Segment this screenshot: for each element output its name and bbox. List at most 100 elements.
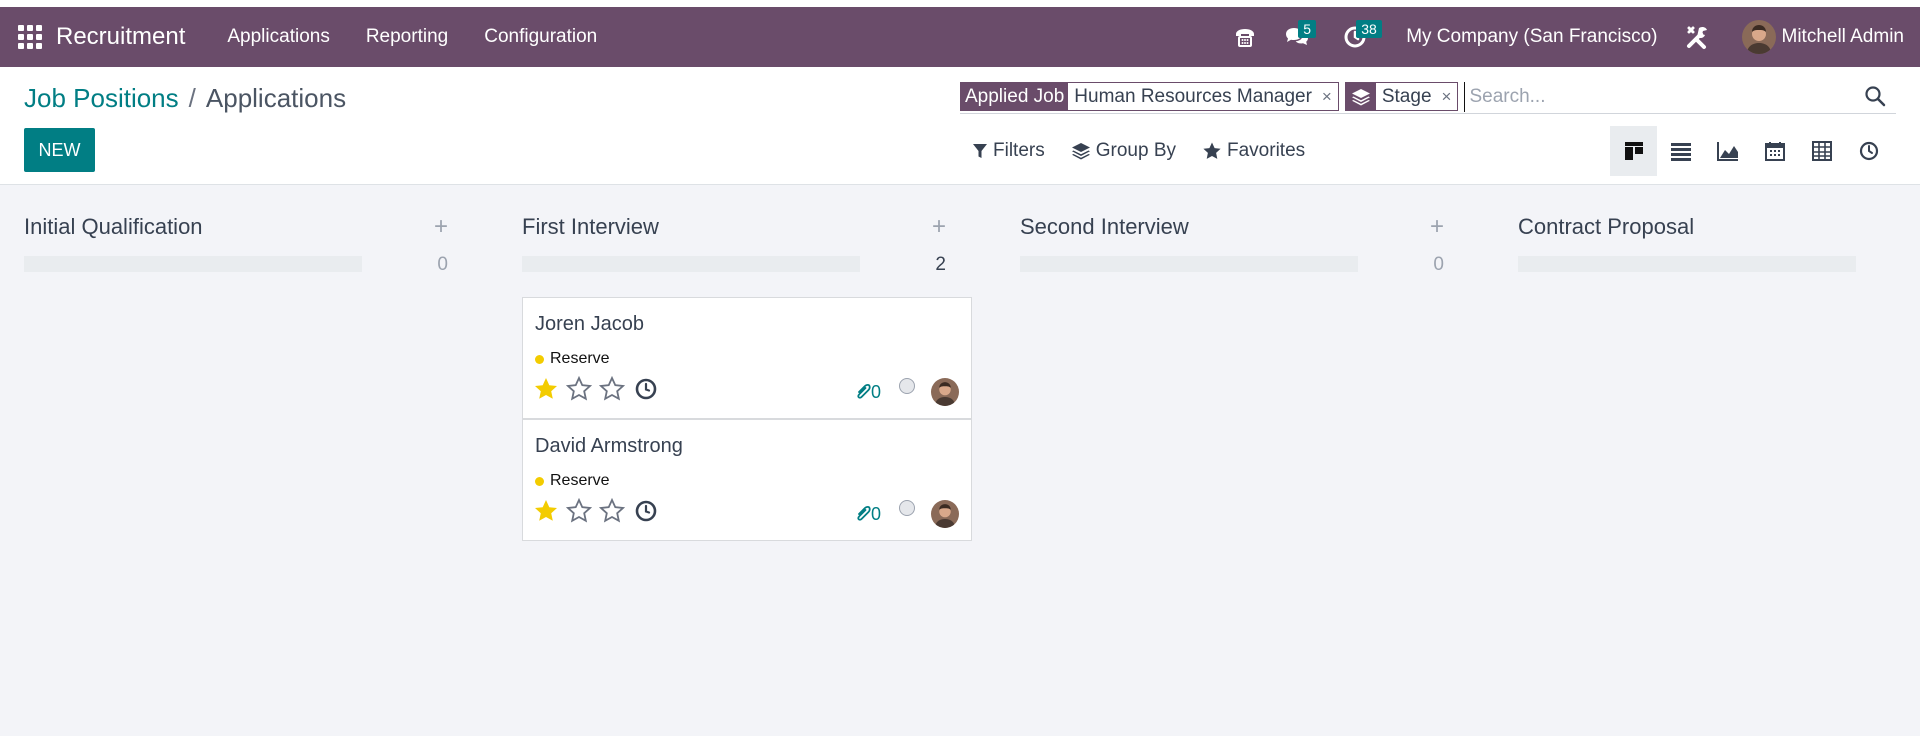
column-title[interactable]: Contract Proposal [1518,214,1694,240]
column-progress-bar[interactable] [1518,256,1856,272]
menu-applications[interactable]: Applications [209,26,347,48]
priority-star-empty-icon[interactable] [566,376,592,402]
filters-button[interactable]: Filters [972,140,1045,162]
quick-create-plus-icon[interactable]: + [434,214,448,240]
search-icon[interactable] [1864,85,1886,112]
activity-view-icon[interactable] [1845,126,1892,176]
breadcrumb: Job Positions / Applications [24,83,346,114]
breadcrumb-current: Applications [205,83,347,113]
facet-key: Applied Job [961,83,1069,110]
favorites-label: Favorites [1227,140,1306,161]
column-progress-bar[interactable] [522,256,860,272]
priority-star-empty-icon[interactable] [566,498,592,524]
filters-label: Filters [993,140,1045,161]
paperclip-icon [857,505,871,521]
quick-create-plus-icon[interactable]: + [932,214,946,240]
column-progress-bar[interactable] [1020,256,1358,272]
attachments-count: 0 [870,381,881,402]
tag-badge: Reserve [535,350,610,368]
column-header: Contract Proposal [1518,214,1920,244]
activities-clock-icon[interactable]: 38 [1326,7,1384,67]
attachments-count: 0 [870,503,881,524]
company-switcher[interactable]: My Company (San Francisco) [1406,26,1657,48]
tag-badge: Reserve [535,472,610,490]
tag-label: Reserve [550,350,610,367]
activity-clock-icon[interactable] [634,377,658,401]
column-title[interactable]: First Interview [522,214,659,240]
priority-star-empty-icon[interactable] [599,376,625,402]
card-footer-left [533,376,658,402]
facet-value: Human Resources Manager × [1068,83,1338,110]
applicant-name: Joren Jacob [535,313,644,335]
facet-remove-icon[interactable]: × [1322,87,1332,107]
app-menu-grid-icon[interactable] [16,23,44,51]
tag-color-dot [535,476,544,486]
column-count: 2 [935,254,946,275]
column-count: 0 [437,254,448,275]
column-title[interactable]: Second Interview [1020,214,1189,240]
pivot-view-icon[interactable] [1798,126,1845,176]
list-view-icon[interactable] [1657,126,1704,176]
user-name: Mitchell Admin [1781,26,1905,47]
filter-bar: Filters Group By Favorites [972,133,1331,169]
facet-remove-icon[interactable]: × [1442,87,1452,107]
priority-star-filled-icon[interactable] [533,498,559,524]
tag-label: Reserve [550,472,610,489]
kanban-card[interactable]: Joren Jacob Reserve 0 [522,297,972,419]
user-avatar [1741,20,1776,54]
recruiter-avatar[interactable] [931,500,959,528]
kanban-card[interactable]: David Armstrong Reserve 0 [522,419,972,541]
group-by-label: Group By [1095,140,1176,161]
kanban-state-circle[interactable] [899,500,915,516]
priority-star-filled-icon[interactable] [533,376,559,402]
view-switcher [1610,126,1892,176]
new-button[interactable]: NEW [24,128,95,172]
debug-tools-icon[interactable] [1676,7,1720,67]
activities-badge: 38 [1356,20,1382,38]
navbar-systray: 5 38 My Company (San Francisco) Mitchell… [1222,7,1920,67]
attachments-counter[interactable]: 0 [855,504,881,525]
kanban-view-icon[interactable] [1610,126,1657,176]
graph-view-icon[interactable] [1704,126,1751,176]
kanban-board: Initial Qualification + 0 First Intervie… [0,186,1920,736]
breadcrumb-job-positions[interactable]: Job Positions [24,83,179,114]
column-title[interactable]: Initial Qualification [24,214,203,240]
search-bar: Applied Job Human Resources Manager × St… [960,80,1896,114]
phone-icon[interactable] [1222,7,1268,67]
tag-color-dot [535,354,544,364]
facet-value-text: Human Resources Manager [1074,85,1312,107]
card-footer-left [533,498,658,524]
quick-create-plus-icon[interactable]: + [1430,214,1444,240]
group-by-button[interactable]: Group By [1071,140,1176,162]
favorites-button[interactable]: Favorites [1202,140,1305,162]
user-menu[interactable]: Mitchell Admin [1741,20,1905,54]
search-input[interactable] [1464,81,1896,112]
messages-icon[interactable]: 5 [1268,7,1326,67]
messages-badge: 5 [1298,20,1316,38]
attachments-counter[interactable]: 0 [855,382,881,403]
main-navbar: Recruitment Applications Reporting Confi… [0,7,1920,67]
layers-icon [1071,143,1090,160]
breadcrumb-separator: / [188,83,196,113]
menu-reporting[interactable]: Reporting [348,26,466,48]
app-name[interactable]: Recruitment [56,23,185,51]
column-progress-bar[interactable] [24,256,362,272]
card-footer-right: 0 [855,378,959,406]
control-panel: Job Positions / Applications NEW Applied… [0,67,1920,185]
facet-value-text: Stage [1381,85,1432,107]
facet-value: Stage × [1375,83,1458,110]
menu-configuration[interactable]: Configuration [466,26,615,48]
column-header: Initial Qualification + [24,214,450,244]
applicant-name: David Armstrong [535,435,683,457]
facet-stage: Stage × [1344,82,1459,111]
priority-star-empty-icon[interactable] [599,498,625,524]
column-header: First Interview + [522,214,948,244]
filter-icon [973,144,987,158]
activity-clock-icon[interactable] [634,499,658,523]
paperclip-icon [857,383,871,399]
kanban-state-circle[interactable] [899,378,915,394]
layers-icon [1345,83,1376,110]
card-footer-right: 0 [855,500,959,528]
calendar-view-icon[interactable] [1751,126,1798,176]
recruiter-avatar[interactable] [931,378,959,406]
